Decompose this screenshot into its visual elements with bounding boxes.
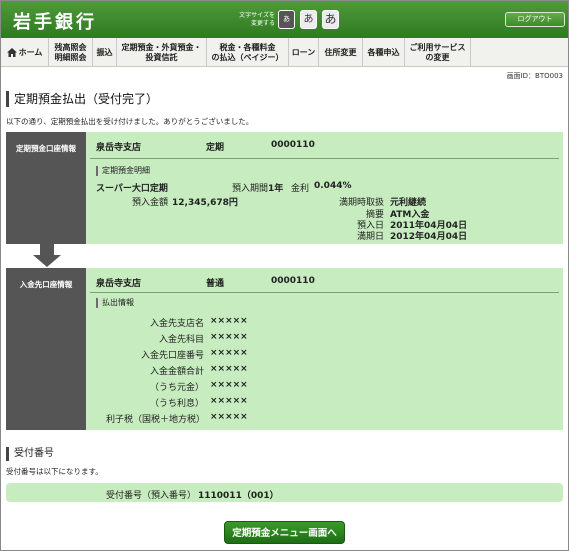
dest-type: 普通 [206, 279, 225, 289]
dest-detail-heading: 払出情報 [96, 298, 134, 308]
nav-item-address[interactable]: 住所変更 [319, 38, 363, 67]
maturity-date-label: 満期日 [356, 232, 384, 242]
logout-button[interactable]: ログアウト [505, 12, 565, 27]
global-nav: ホーム 残高照会 明細照会 振込 定期預金・外貨預金・ 投資信託 税金・各種料金… [1, 38, 568, 67]
detail-value: ××××× [210, 316, 248, 326]
screen-id: 画面ID：BTO003 [506, 72, 563, 80]
receipt-heading: 受付番号 [6, 447, 54, 461]
receipt-intro: 受付番号は以下になります。 [6, 467, 103, 476]
nav-item-payments[interactable]: 税金・各種料金 の払込（ペイジー） [207, 38, 289, 67]
detail-value: ××××× [210, 332, 248, 342]
detail-label: 入金先口座番号 [140, 351, 204, 361]
detail-label: 入金先支店名 [149, 319, 204, 329]
maturity-date-value: 2012年04月04日 [390, 232, 468, 242]
receipt-value: 1110011（001） [198, 491, 279, 501]
nav-item-deposits[interactable]: 定期預金・外貨預金・ 投資信託 [117, 38, 207, 67]
source-account-panel: 泉岳寺支店 定期 0000110 定期預金明細 スーパー大口定期 預入期間 1年… [86, 132, 563, 244]
font-size-label: 文字サイズを 変更する [239, 12, 275, 27]
font-size-medium-button[interactable]: あ [300, 10, 317, 29]
amount-value: 12,345,678円 [172, 198, 238, 208]
nav-item-apply[interactable]: 各種申込 [363, 38, 405, 67]
dest-account-panel: 泉岳寺支店 普通 0000110 払出情報 入金先支店名 ××××× 入金先科目… [86, 268, 563, 430]
detail-label: （うち利息） [149, 399, 204, 409]
source-number: 0000110 [271, 140, 315, 150]
font-size-large-button[interactable]: あ [322, 10, 339, 29]
dest-number: 0000110 [271, 276, 315, 286]
rate-label: 金利 [291, 184, 310, 194]
term-value: 1年 [268, 184, 284, 194]
font-size-small-button[interactable]: あ [278, 10, 295, 29]
detail-label: 利子税（国税＋地方税） [106, 415, 206, 425]
receipt-box: 受付番号（預入番号） 1110011（001） [6, 483, 563, 502]
home-icon [6, 48, 17, 57]
source-detail-heading: 定期預金明細 [96, 166, 150, 176]
source-type: 定期 [206, 143, 225, 153]
header-bar: 岩手銀行 文字サイズを 変更する あ あ あ ログアウト [1, 1, 568, 38]
detail-label: 入金金額合計 [149, 367, 204, 377]
nav-item-label: ホーム [18, 47, 43, 57]
detail-value: ××××× [210, 348, 248, 358]
nav-item-services[interactable]: ご利用サービス の変更 [405, 38, 471, 67]
source-account-side-label: 定期預金口座情報 [6, 132, 86, 244]
divider [90, 292, 559, 293]
receipt-label: 受付番号（預入番号） [106, 491, 197, 501]
detail-label: 入金先科目 [158, 335, 204, 345]
detail-value: ××××× [210, 412, 248, 422]
arrow-down-icon-head [33, 255, 61, 267]
divider [90, 158, 559, 159]
detail-value: ××××× [210, 396, 248, 406]
nav-item-balance[interactable]: 残高照会 明細照会 [49, 38, 93, 67]
detail-value: ××××× [210, 364, 248, 374]
nav-item-home[interactable]: ホーム [1, 38, 49, 67]
rate-value: 0.044% [314, 181, 352, 191]
detail-label: （うち元金） [149, 383, 204, 393]
deposit-menu-button[interactable]: 定期預金メニュー画面へ [224, 521, 345, 544]
product-name: スーパー大口定期 [96, 184, 168, 194]
page-title: 定期預金払出（受付完了） [6, 91, 158, 107]
detail-value: ××××× [210, 380, 248, 390]
amount-label: 預入金額 [132, 198, 169, 208]
bank-logo: 岩手銀行 [13, 12, 97, 33]
intro-text: 以下の通り、定期預金払出を受け付けました。ありがとうございました。 [6, 117, 254, 126]
source-branch: 泉岳寺支店 [96, 143, 142, 153]
dest-branch: 泉岳寺支店 [96, 279, 142, 289]
nav-item-transfer[interactable]: 振込 [93, 38, 117, 67]
nav-item-loan[interactable]: ローン [289, 38, 319, 67]
term-label: 預入期間 [232, 184, 269, 194]
dest-account-side-label: 入金先口座情報 [6, 268, 86, 430]
